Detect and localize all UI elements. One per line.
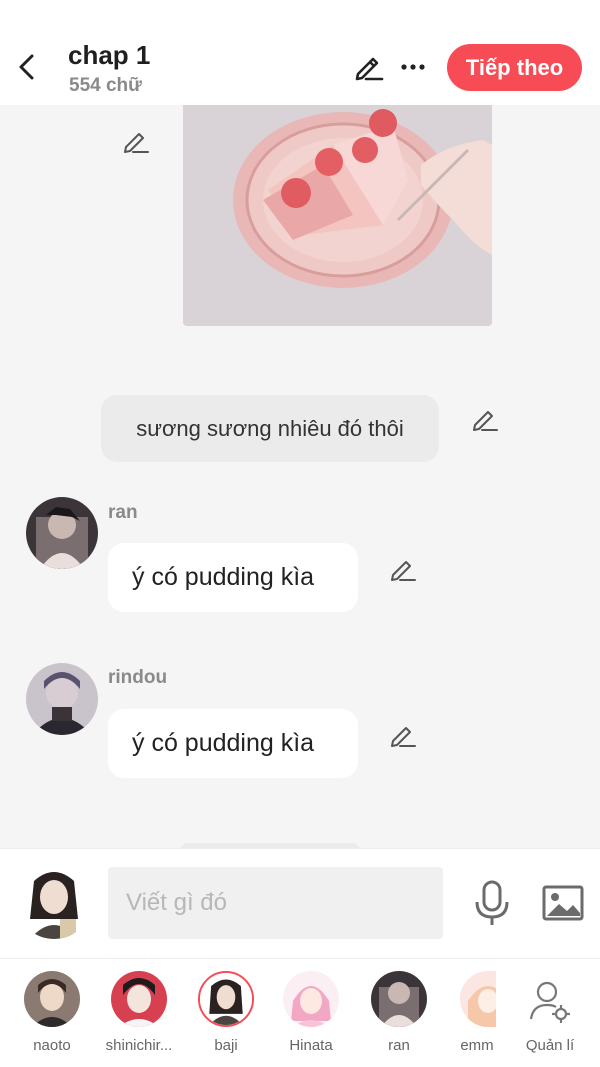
more-options-button[interactable] bbox=[398, 52, 428, 82]
strawberry-cake-photo-icon bbox=[183, 105, 492, 326]
dialogue-text: ý có pudding kìa bbox=[132, 563, 315, 591]
character-name: rindou bbox=[108, 667, 168, 688]
character-shinichiro[interactable]: shinichir... bbox=[99, 971, 179, 1061]
narration-text: sương sương nhiêu đó thôi bbox=[136, 415, 404, 441]
character-naoto[interactable]: naoto bbox=[12, 971, 92, 1061]
pencil-icon bbox=[124, 133, 149, 153]
pencil-icon bbox=[355, 57, 384, 81]
avatar bbox=[371, 971, 427, 1027]
avatar-naoto-icon bbox=[24, 971, 80, 1027]
message-image[interactable] bbox=[183, 105, 492, 326]
avatar-shinichiro-icon bbox=[111, 971, 167, 1027]
next-button[interactable]: Tiếp theo bbox=[447, 44, 582, 91]
avatar bbox=[283, 971, 339, 1027]
character-ran[interactable]: ran bbox=[359, 971, 439, 1061]
character-label: ran bbox=[388, 1037, 410, 1054]
edit-message-button[interactable] bbox=[388, 555, 418, 585]
avatar-emm-icon bbox=[460, 971, 496, 1027]
back-button[interactable] bbox=[12, 50, 42, 84]
character-name: ran bbox=[108, 502, 138, 523]
manage-label: Quản lí bbox=[525, 1037, 575, 1054]
avatar[interactable] bbox=[26, 663, 98, 735]
character-label: Hinata bbox=[289, 1037, 333, 1054]
avatar[interactable] bbox=[16, 863, 92, 939]
character-label: baji bbox=[214, 1037, 238, 1054]
dialogue-text: ý có pudding kìa bbox=[132, 729, 315, 757]
avatar-selected bbox=[198, 971, 254, 1027]
manage-characters-button[interactable]: Quản lí bbox=[515, 971, 585, 1061]
character-baji[interactable]: baji bbox=[186, 971, 266, 1061]
word-count: 554 chữ bbox=[69, 75, 142, 96]
character-label: naoto bbox=[33, 1037, 71, 1054]
pencil-icon bbox=[391, 727, 416, 747]
avatar bbox=[111, 971, 167, 1027]
edit-message-button[interactable] bbox=[388, 721, 418, 751]
insert-image-button[interactable] bbox=[541, 883, 585, 923]
avatar-baji-icon bbox=[16, 863, 92, 939]
character-bar: naoto shinichir... baji Hinata ran emm Q… bbox=[0, 958, 600, 1067]
header: chap 1 554 chữ Tiếp theo bbox=[0, 0, 600, 105]
avatar bbox=[460, 971, 496, 1027]
dialogue-bubble[interactable]: ý có pudding kìa bbox=[108, 709, 358, 778]
page-title: chap 1 bbox=[68, 40, 151, 70]
edit-message-button[interactable] bbox=[470, 405, 500, 435]
user-settings-icon bbox=[529, 981, 570, 1023]
character-label: emm bbox=[460, 1037, 494, 1054]
message-input[interactable] bbox=[108, 867, 443, 939]
character-hinata[interactable]: Hinata bbox=[271, 971, 351, 1061]
edit-title-button[interactable] bbox=[352, 50, 386, 84]
avatar-baji-icon bbox=[200, 973, 252, 1025]
chat-area[interactable]: sương sương nhiêu đó thôi ran ý có puddi… bbox=[0, 105, 600, 848]
avatar-ran-icon bbox=[371, 971, 427, 1027]
character-emm[interactable]: emm bbox=[440, 971, 496, 1061]
pencil-icon bbox=[473, 411, 498, 431]
image-icon bbox=[542, 885, 584, 921]
character-label: shinichir... bbox=[105, 1037, 173, 1054]
avatar-hinata-icon bbox=[283, 971, 339, 1027]
microphone-icon bbox=[475, 880, 509, 925]
edit-message-button[interactable] bbox=[121, 127, 151, 157]
pencil-icon bbox=[391, 561, 416, 581]
avatar bbox=[24, 971, 80, 1027]
avatar-ran-icon bbox=[26, 497, 98, 569]
more-horizontal-icon bbox=[401, 64, 425, 70]
avatar-rindou-icon bbox=[26, 663, 98, 735]
dialogue-bubble[interactable]: ý có pudding kìa bbox=[108, 543, 358, 612]
chevron-left-icon bbox=[19, 54, 34, 80]
avatar[interactable] bbox=[26, 497, 98, 569]
voice-button[interactable] bbox=[472, 879, 512, 927]
compose-bar bbox=[0, 848, 600, 958]
narration-bubble[interactable]: sương sương nhiêu đó thôi bbox=[101, 395, 439, 462]
